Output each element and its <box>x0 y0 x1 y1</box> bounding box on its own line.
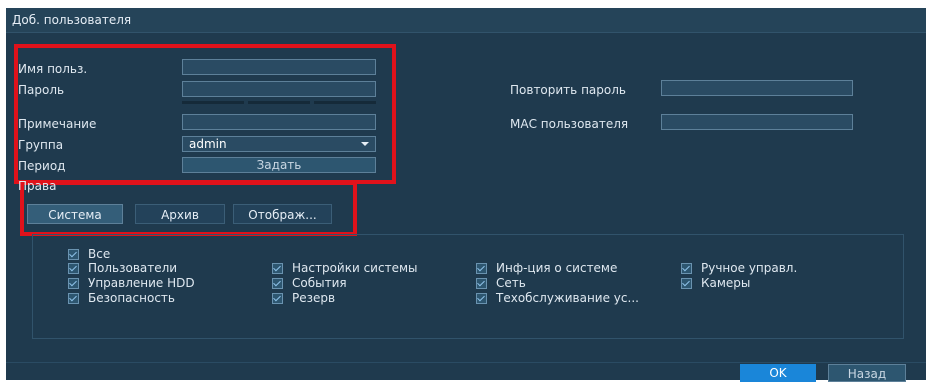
perm-system-info-checkbox[interactable]: Инф-ция о системе <box>476 261 617 275</box>
dialog-title: Доб. пользователя <box>6 8 926 33</box>
perm-system-settings-checkbox[interactable]: Настройки системы <box>272 261 417 275</box>
repeat-password-label: Повторить пароль <box>510 83 626 97</box>
perm-label: Настройки системы <box>292 261 418 275</box>
perm-events-checkbox[interactable]: События <box>272 276 347 290</box>
perm-cameras-checkbox[interactable]: Камеры <box>681 276 750 290</box>
rights-label: Права <box>18 179 57 193</box>
perm-maintenance-checkbox[interactable]: Техобслуживание ус... <box>476 291 639 305</box>
perm-label: Управление HDD <box>88 276 195 290</box>
checkbox-icon <box>476 262 487 274</box>
perm-security-checkbox[interactable]: Безопасность <box>68 291 175 305</box>
checkbox-icon <box>681 277 692 289</box>
perm-label: Пользователи <box>88 261 178 275</box>
add-user-dialog: Доб. пользователя Имя польз. Пароль Прим… <box>6 8 926 382</box>
ok-button[interactable]: OK <box>740 364 816 382</box>
perm-label: Камеры <box>701 276 751 290</box>
perm-users-checkbox[interactable]: Пользователи <box>68 261 177 275</box>
perm-all-checkbox[interactable]: Все <box>68 247 110 261</box>
back-button[interactable]: Назад <box>828 364 906 382</box>
tab-system[interactable]: Система <box>27 204 123 224</box>
perm-network-checkbox[interactable]: Сеть <box>476 276 526 290</box>
checkbox-icon <box>68 292 79 304</box>
perm-manual-control-checkbox[interactable]: Ручное управл. <box>681 261 797 275</box>
perm-label: Все <box>88 247 111 261</box>
perm-hdd-checkbox[interactable]: Управление HDD <box>68 276 195 290</box>
checkbox-icon <box>68 262 79 274</box>
mac-label: МАС пользователя <box>510 117 629 131</box>
tab-archive[interactable]: Архив <box>135 204 225 224</box>
repeat-password-field[interactable] <box>661 80 853 96</box>
perm-label: Инф-ция о системе <box>496 261 618 275</box>
checkbox-icon <box>68 277 79 289</box>
checkbox-icon <box>272 262 283 274</box>
perm-backup-checkbox[interactable]: Резерв <box>272 291 335 305</box>
checkbox-icon <box>476 277 487 289</box>
highlight-box-form <box>14 44 396 184</box>
checkbox-icon <box>476 292 487 304</box>
footer-divider <box>6 362 926 363</box>
perm-label: Техобслуживание ус... <box>496 291 639 305</box>
perm-label: Безопасность <box>88 291 175 305</box>
checkbox-icon <box>68 248 79 260</box>
checkbox-icon <box>272 292 283 304</box>
checkbox-icon <box>681 262 692 274</box>
tab-display[interactable]: Отображ... <box>233 204 332 224</box>
perm-label: Резерв <box>292 291 336 305</box>
perm-label: События <box>292 276 347 290</box>
perm-label: Ручное управл. <box>701 261 798 275</box>
perm-label: Сеть <box>496 276 526 290</box>
checkbox-icon <box>272 277 283 289</box>
mac-field[interactable] <box>661 114 853 130</box>
